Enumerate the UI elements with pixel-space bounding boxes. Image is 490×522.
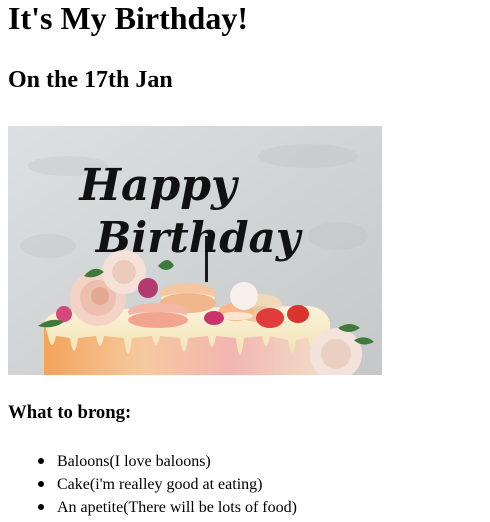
birthday-cake-image: Happy Birthday <box>8 126 382 375</box>
list-heading: What to brong: <box>8 402 132 423</box>
list-item-text: An apetite(There will be lots of food) <box>57 499 297 516</box>
topper-happy-text: Happy <box>77 160 240 211</box>
bullet-icon <box>38 504 44 510</box>
list-item: An apetite(There will be lots of food) <box>38 496 297 519</box>
items-list: Baloons(I love baloons) Cake(i'm realley… <box>38 450 297 519</box>
date-subheading: On the 17th Jan <box>8 67 173 93</box>
page-title: It's My Birthday! <box>8 0 248 36</box>
list-item-text: Cake(i'm realley good at eating) <box>57 476 263 493</box>
list-item: Cake(i'm realley good at eating) <box>38 473 297 496</box>
bullet-icon <box>38 458 44 464</box>
bullet-icon <box>38 481 44 487</box>
list-item: Baloons(I love baloons) <box>38 450 297 473</box>
list-item-text: Baloons(I love baloons) <box>57 453 211 470</box>
